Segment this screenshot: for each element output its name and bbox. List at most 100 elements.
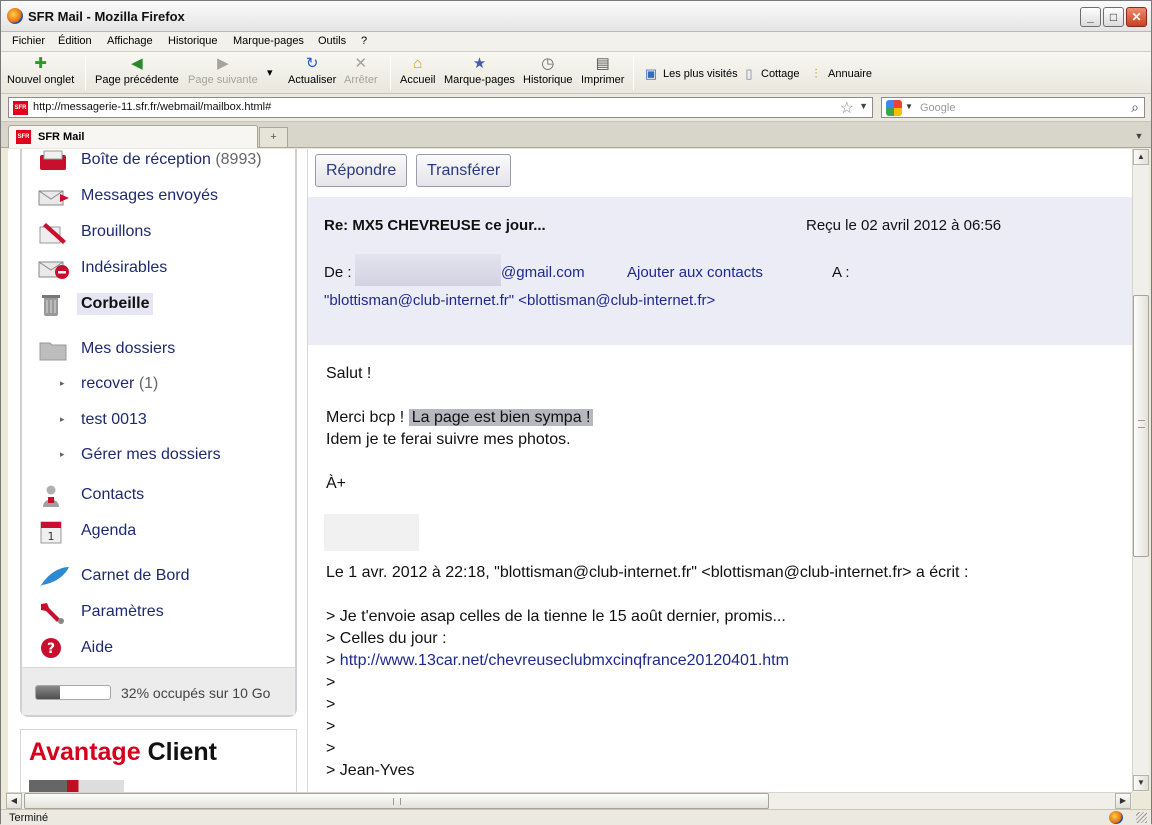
reload-button[interactable]: ↻ Actualiser (288, 56, 336, 87)
avantage-client-promo[interactable]: Avantage Client (20, 729, 297, 792)
back-arrow-icon: ◀ (131, 55, 143, 72)
folder-drafts[interactable]: Brouillons (38, 221, 288, 245)
bookmark-cottage[interactable]: ▯ Cottage (741, 66, 799, 82)
new-tab-icon: ✚ (34, 55, 47, 72)
folder-sent[interactable]: Messages envoyés (38, 185, 288, 209)
highlighted-text: La page est bien sympa ! (408, 409, 594, 426)
history-dropdown-icon[interactable]: ▾ (267, 66, 273, 79)
nav-contacts[interactable]: Contacts (38, 484, 288, 508)
sent-mail-icon (38, 190, 69, 206)
add-to-contacts-link[interactable]: Ajouter aux contacts (627, 264, 763, 281)
bookmark-annuaire[interactable]: ⫶ Annuaire (808, 66, 872, 82)
forward-button[interactable]: ▶ Page suivante (188, 55, 258, 87)
svg-text:?: ? (47, 641, 55, 657)
forward-mail-button[interactable]: Transférer (416, 154, 512, 187)
horizontal-scroll-thumb[interactable] (24, 793, 769, 809)
menu-edition[interactable]: Édition (58, 35, 92, 47)
google-icon[interactable] (886, 100, 902, 116)
url-dropdown-icon[interactable]: ▼ (859, 101, 868, 111)
minimize-button[interactable]: _ (1080, 7, 1101, 27)
scroll-up-arrow-icon[interactable]: ▲ (1133, 149, 1149, 165)
received-date: Reçu le 02 avril 2012 à 06:56 (806, 217, 1002, 234)
bookmarks-icon: ★ (472, 55, 487, 72)
quoted-link[interactable]: http://www.13car.net/chevreuseclubmxcinq… (340, 652, 789, 669)
url-text: http://messagerie-11.sfr.fr/webmail/mail… (33, 101, 272, 113)
scroll-left-arrow-icon[interactable]: ◀ (6, 793, 22, 809)
window-title: SFR Mail - Mozilla Firefox (28, 9, 185, 24)
calendar-icon: 1 (40, 521, 62, 544)
menu-outils[interactable]: Outils (318, 35, 346, 47)
forward-arrow-icon: ▶ (217, 55, 229, 72)
folder-icon (39, 342, 67, 361)
new-tab-plus-icon[interactable]: + (259, 127, 288, 147)
bookmark-star-icon[interactable]: ☆ (840, 98, 854, 118)
folder-inbox[interactable]: Boîte de réception (8993) (38, 149, 288, 173)
annuaire-icon: ⫶ (814, 66, 818, 81)
folder-trash[interactable]: Corbeille (38, 293, 288, 317)
vertical-scroll-thumb[interactable] (1133, 295, 1149, 557)
svg-text:1: 1 (48, 530, 55, 543)
nav-parametres[interactable]: Paramètres (38, 601, 288, 625)
tab-sfr-mail[interactable]: SFR SFR Mail (8, 125, 258, 148)
grip-icon (1138, 420, 1145, 428)
quote-line: > http://www.13car.net/chevreuseclubmxci… (326, 652, 789, 669)
firefox-status-icon (1109, 811, 1123, 824)
scroll-right-arrow-icon[interactable]: ▶ (1115, 793, 1131, 809)
scroll-down-arrow-icon[interactable]: ▼ (1133, 775, 1149, 791)
promo-image (29, 780, 124, 792)
drafts-pencil-icon (39, 223, 66, 244)
from-label: De : (324, 264, 352, 281)
help-icon: ? (41, 638, 61, 658)
feather-icon (40, 567, 69, 587)
menu-fichier[interactable]: Fichier (12, 35, 45, 47)
close-button[interactable]: ✕ (1126, 7, 1147, 27)
menu-bar: Fichier Édition Affichage Historique Mar… (1, 32, 1151, 52)
body-signoff: À+ (326, 475, 347, 492)
nav-carnet-de-bord[interactable]: Carnet de Bord (38, 565, 288, 589)
sender-address[interactable]: @gmail.com (501, 264, 585, 281)
menu-affichage[interactable]: Affichage (107, 35, 153, 47)
search-engine-dropdown-icon[interactable]: ▼ (905, 102, 913, 111)
menu-marque-pages[interactable]: Marque-pages (233, 35, 304, 47)
menu-historique[interactable]: Historique (168, 35, 218, 47)
bookmarks-button[interactable]: ★ Marque-pages (444, 55, 515, 87)
message-header: Re: MX5 CHEVREUSE ce jour... Reçu le 02 … (308, 197, 1132, 345)
grip-icon (393, 798, 401, 805)
recipient-address[interactable]: "blottisman@club-internet.fr" <blottisma… (324, 292, 715, 309)
history-button[interactable]: ◷ Historique (523, 56, 573, 87)
menu-help[interactable]: ? (361, 35, 367, 47)
folder-my-folders[interactable]: Mes dossiers (38, 338, 288, 362)
print-button[interactable]: ▤ Imprimer (581, 55, 624, 87)
chevron-right-icon: ▸ (60, 378, 65, 388)
nav-agenda[interactable]: 1 Agenda (38, 520, 288, 544)
home-button[interactable]: ⌂ Accueil (400, 56, 435, 87)
page-icon: ▯ (745, 66, 753, 81)
reply-button[interactable]: Répondre (315, 154, 408, 187)
message-subject: Re: MX5 CHEVREUSE ce jour... (324, 217, 546, 234)
back-button[interactable]: ◀ Page précédente (95, 55, 179, 87)
trash-icon (42, 295, 60, 316)
browser-window: SFR Mail - Mozilla Firefox _ □ ✕ Fichier… (0, 0, 1152, 825)
sfr-favicon-icon: SFR (13, 101, 28, 115)
search-icon[interactable]: ⌕ (1131, 99, 1139, 116)
url-input[interactable]: SFR http://messagerie-11.sfr.fr/webmail/… (8, 97, 873, 118)
tab-list-dropdown-icon[interactable]: ▼ (1131, 127, 1147, 145)
stop-button[interactable]: ✕ Arrêter (344, 56, 378, 87)
resize-grip-icon[interactable] (1136, 812, 1147, 823)
vertical-scrollbar[interactable]: ▲ ▼ (1132, 149, 1149, 792)
bookmark-most-visited[interactable]: ▣ Les plus visités (643, 66, 738, 82)
folder-spam[interactable]: Indésirables (38, 257, 288, 281)
printer-icon: ▤ (595, 55, 610, 72)
nav-aide[interactable]: ? Aide (38, 637, 288, 661)
tab-title: SFR Mail (38, 131, 85, 143)
maximize-button[interactable]: □ (1103, 7, 1124, 27)
wrench-icon (41, 603, 64, 624)
new-tab-button[interactable]: ✚ Nouvel onglet (7, 55, 74, 87)
quota-text: 32% occupés sur 10 Go (121, 685, 271, 701)
search-input[interactable]: ▼ Google ⌕ (881, 97, 1145, 118)
horizontal-scrollbar[interactable]: ◀ ▶ (6, 792, 1132, 809)
body-greeting: Salut ! (326, 365, 372, 382)
body-line: Merci bcp ! La page est bien sympa ! (326, 409, 594, 427)
title-bar: SFR Mail - Mozilla Firefox _ □ ✕ (1, 1, 1151, 32)
search-placeholder: Google (920, 102, 956, 114)
